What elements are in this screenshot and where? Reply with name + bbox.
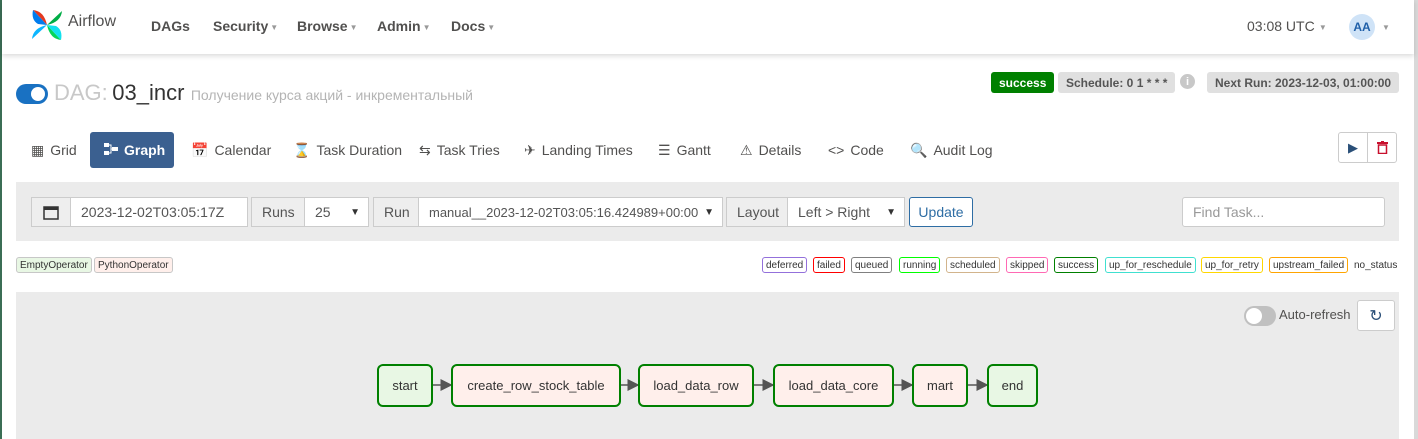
task-node-end[interactable]: end xyxy=(987,364,1038,407)
task-node-start[interactable]: start xyxy=(377,364,433,407)
task-node-load-data-row[interactable]: load_data_row xyxy=(638,364,754,407)
task-node-load-data-core[interactable]: load_data_core xyxy=(773,364,894,407)
task-node-mart[interactable]: mart xyxy=(912,364,968,407)
task-node-create-row-stock-table[interactable]: create_row_stock_table xyxy=(451,364,621,407)
